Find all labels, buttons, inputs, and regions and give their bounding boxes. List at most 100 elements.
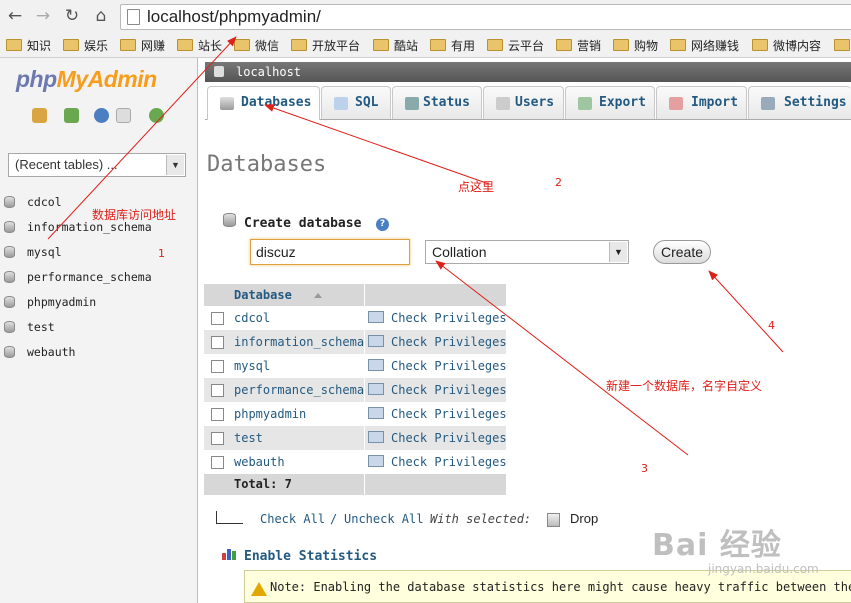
check-privileges-link[interactable]: Check Privileges [368,450,507,474]
help-icon[interactable] [94,108,109,123]
database-icon [220,97,234,110]
check-privileges-link[interactable]: Check Privileges [368,354,507,378]
privileges-icon [368,383,384,395]
sidebar-db-item[interactable]: test [4,317,55,337]
check-privileges-link[interactable]: Check Privileges [368,426,507,450]
uncheck-all-link[interactable]: Uncheck All [344,509,423,529]
folder-icon [430,39,446,51]
baidu-watermark: Bai 经验 jingyan.baidu.com [648,512,848,582]
bookmark-item[interactable]: 网赚 [120,37,165,55]
back-arrow-icon[interactable]: ← [5,6,25,26]
row-checkbox[interactable] [211,336,224,349]
url-text[interactable]: localhost/phpmyadmin/ [147,6,321,28]
bookmark-item[interactable]: 站长 [177,37,222,55]
row-checkbox[interactable] [211,408,224,421]
drop-button[interactable]: Drop [570,511,598,526]
users-icon [496,97,510,110]
tab-sql[interactable]: SQL [321,86,391,119]
import-icon [669,97,683,110]
row-checkbox[interactable] [211,456,224,469]
enable-statistics-link[interactable]: Enable Statistics [244,549,377,564]
folder-icon [834,39,850,51]
bookmark-item[interactable]: 网络赚钱 [670,37,739,55]
annotation-number-1: 1 [158,247,165,260]
folder-icon [63,39,79,51]
database-name-link[interactable]: test [234,426,263,450]
browser-toolbar: ← → ↻ ⌂ localhost/phpmyadmin/ [0,0,851,34]
sidebar-db-item[interactable]: phpmyadmin [4,292,96,312]
bookmark-item[interactable]: 购物 [613,37,658,55]
bookmark-item[interactable]: 酷站 [373,37,418,55]
help-icon[interactable]: ? [376,218,389,231]
database-icon [4,321,15,333]
check-privileges-link[interactable]: Check Privileges [368,330,507,354]
privileges-icon [368,407,384,419]
bookmark-item[interactable]: 知识 [6,37,51,55]
check-privileges-link[interactable]: Check Privileges [368,378,507,402]
check-all-link[interactable]: Check All [260,509,325,529]
row-checkbox[interactable] [211,360,224,373]
folder-icon [120,39,136,51]
check-privileges-link[interactable]: Check Privileges [368,402,507,426]
database-name-link[interactable]: information_schema [234,330,364,354]
tab-export[interactable]: Export [565,86,655,119]
privileges-icon [368,311,384,323]
tab-status[interactable]: Status [392,86,482,119]
phpmyadmin-logo[interactable]: phpMyAdmin [16,66,157,93]
create-button[interactable]: Create [653,240,711,264]
database-name-input[interactable]: discuz [250,239,410,265]
recent-tables-select[interactable]: (Recent tables) ... ▼ [8,153,186,177]
annotation-number-3: 3 [641,462,648,475]
folder-icon [373,39,389,51]
sidebar-db-item[interactable]: mysql [4,242,62,262]
table-row: phpmyadmin Check Privileges [204,402,507,426]
privileges-icon [368,455,384,467]
privileges-icon [368,359,384,371]
export-icon [578,97,592,110]
page-icon [127,9,140,25]
tab-import[interactable]: Import [656,86,747,119]
chevron-down-icon: ▼ [166,155,184,175]
bookmark-item[interactable] [834,37,851,55]
database-name-link[interactable]: cdcol [234,306,270,330]
row-checkbox[interactable] [211,312,224,325]
server-name[interactable]: localhost [236,62,301,82]
sidebar-db-item[interactable]: cdcol [4,192,62,212]
annotation-number-4: 4 [768,319,775,332]
row-checkbox[interactable] [211,432,224,445]
reload-icon[interactable]: ↻ [62,6,82,26]
chevron-down-icon: ▼ [609,242,627,262]
row-checkbox[interactable] [211,384,224,397]
forward-arrow-icon[interactable]: → [33,6,53,26]
database-name-link[interactable]: webauth [234,450,285,474]
statistics-icon [222,549,236,560]
bookmark-item[interactable]: 微信 [234,37,279,55]
table-footer: Total: 7 [204,474,506,495]
database-name-link[interactable]: performance_schema [234,378,364,402]
bookmark-item[interactable]: 微博内容 [752,37,821,55]
bookmark-item[interactable]: 营销 [556,37,601,55]
check-privileges-link[interactable]: Check Privileges [368,306,507,330]
tab-databases[interactable]: Databases [207,86,320,120]
bookmark-item[interactable]: 娱乐 [63,37,108,55]
drop-icon[interactable] [547,513,560,527]
home-icon[interactable] [32,108,47,123]
sidebar-db-item[interactable]: performance_schema [4,267,152,287]
annotation-number-2: 2 [555,176,562,189]
reload-navigation-icon[interactable] [149,108,164,123]
database-name-link[interactable]: phpmyadmin [234,402,306,426]
bookmark-item[interactable]: 开放平台 [291,37,360,55]
folder-icon [487,39,503,51]
column-header-database[interactable]: Database [234,284,292,306]
tab-users[interactable]: Users [483,86,564,119]
address-bar[interactable]: localhost/phpmyadmin/ [120,4,851,30]
database-name-link[interactable]: mysql [234,354,270,378]
tab-settings[interactable]: Settings [748,86,851,119]
bookmark-item[interactable]: 有用 [430,37,475,55]
documentation-icon[interactable] [116,108,131,123]
bookmark-item[interactable]: 云平台 [487,37,544,55]
logout-icon[interactable] [64,108,79,123]
sidebar-db-item[interactable]: webauth [4,342,75,362]
collation-select[interactable]: Collation ▼ [425,240,629,264]
home-icon[interactable]: ⌂ [91,6,111,26]
